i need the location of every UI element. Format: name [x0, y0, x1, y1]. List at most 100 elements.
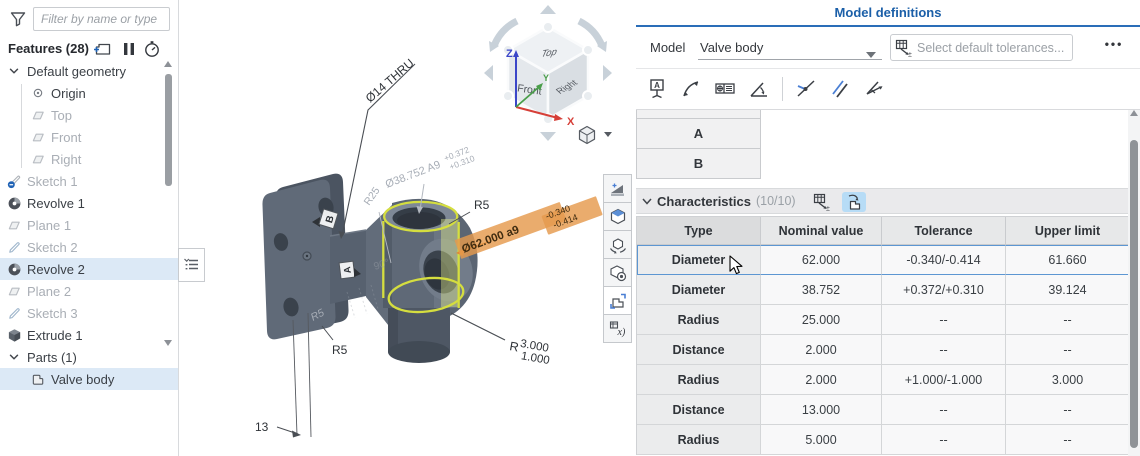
tree-group-default-geometry[interactable]: Default geometry	[0, 60, 178, 82]
dimension-radius-limits[interactable]: R 3.000 1.000	[451, 313, 553, 367]
tree-label: Top	[51, 108, 72, 123]
suppress-pause-icon[interactable]	[119, 40, 139, 58]
cell-tolerance-row4[interactable]: --	[882, 335, 1006, 365]
angle-dimension-button[interactable]	[746, 76, 772, 102]
feature-control-frame-button[interactable]	[712, 76, 738, 102]
apply-tolerances-button[interactable]: ±	[810, 192, 834, 212]
new-folder-icon[interactable]	[92, 40, 112, 58]
cell-type-row5[interactable]: Radius	[637, 365, 761, 395]
filter-icon[interactable]	[8, 9, 28, 29]
cell-tolerance-row1[interactable]: -0.340/-0.414	[882, 245, 1006, 275]
list-icon	[183, 257, 201, 273]
tree-item-sketch-1[interactable]: Sketch 1	[0, 170, 178, 192]
snapshot-button[interactable]	[603, 258, 632, 287]
tree-item-plane-1[interactable]: Plane 1	[0, 214, 178, 236]
select-default-tolerances-button[interactable]: ± Select default tolerances...	[890, 34, 1073, 61]
cell-tolerance-row5[interactable]: +1.000/-1.000	[882, 365, 1006, 395]
scroll-up-icon[interactable]	[164, 61, 172, 67]
scroll-up-icon[interactable]	[1130, 110, 1138, 116]
scroll-down-icon[interactable]	[164, 340, 172, 346]
characteristics-section-header[interactable]: Characteristics (10/10) ±	[636, 188, 1128, 214]
tree-label: Sketch 1	[27, 174, 78, 189]
tree-item-valve-body[interactable]: Valve body	[0, 368, 178, 390]
cell-nominal-row7[interactable]: 5.000	[761, 425, 882, 455]
datum-tool-button[interactable]: A	[644, 76, 670, 102]
parallel-constraint-button[interactable]	[827, 76, 853, 102]
dimension-radius-5-mid[interactable]: R5	[322, 326, 348, 357]
leader-tool-button[interactable]	[678, 76, 704, 102]
scrollbar-thumb[interactable]	[165, 74, 172, 186]
regeneration-time-icon[interactable]	[142, 40, 162, 58]
datum-row-a[interactable]: A	[636, 118, 761, 149]
cell-upper-row1[interactable]: 61.660	[1006, 245, 1128, 275]
panel-title[interactable]: Model definitions	[835, 5, 942, 20]
cell-tolerance-row7[interactable]: --	[882, 425, 1006, 455]
tree-item-extrude-1[interactable]: Extrude 1	[0, 324, 178, 346]
tree-item-sketch-2[interactable]: Sketch 2	[0, 236, 178, 258]
cell-tolerance-row2[interactable]: +0.372/+0.310	[882, 275, 1006, 305]
cell-type-row6[interactable]: Distance	[637, 395, 761, 425]
cell-upper-row5[interactable]: 3.000	[1006, 365, 1128, 395]
tree-item-revolve-2[interactable]: Revolve 2	[0, 258, 178, 280]
rotate-view-button[interactable]	[603, 230, 632, 259]
cell-upper-row4[interactable]: --	[1006, 335, 1128, 365]
cell-type-row3[interactable]: Radius	[637, 305, 761, 335]
cell-upper-row2[interactable]: 39.124	[1006, 275, 1128, 305]
tree-item-right[interactable]: Right	[0, 148, 178, 170]
viewport-canvas[interactable]: Top Front Right Z X Y	[179, 0, 636, 456]
cell-type-row7[interactable]: Radius	[637, 425, 761, 455]
cell-nominal-row5[interactable]: 2.000	[761, 365, 882, 395]
cell-nominal-row6[interactable]: 13.000	[761, 395, 882, 425]
tree-item-front[interactable]: Front	[0, 126, 178, 148]
scrollbar-thumb[interactable]	[1130, 140, 1138, 448]
column-header-nominal-value[interactable]: Nominal value	[761, 217, 882, 245]
sync-model-button[interactable]	[603, 286, 632, 315]
datum-row-b[interactable]: B	[636, 148, 761, 179]
chevron-icon[interactable]	[6, 349, 22, 365]
tree-item-top[interactable]: Top	[0, 104, 178, 126]
cell-nominal-row2[interactable]: 38.752	[761, 275, 882, 305]
feature-list-toggle[interactable]	[178, 248, 205, 282]
cell-nominal-row4[interactable]: 2.000	[761, 335, 882, 365]
isometric-view-button[interactable]	[603, 202, 632, 231]
tree-label: Sketch 2	[27, 240, 78, 255]
column-header-upper-limit[interactable]: Upper limit	[1006, 217, 1128, 245]
filter-input[interactable]	[33, 7, 170, 31]
chevron-down-icon[interactable]	[642, 198, 652, 205]
view-options-menu[interactable]	[580, 127, 613, 144]
axis-z-label: Z	[506, 48, 513, 60]
tree-scrollbar[interactable]	[163, 61, 174, 346]
panel-scrollbar[interactable]	[1128, 110, 1140, 456]
tree-item-plane-2[interactable]: Plane 2	[0, 280, 178, 302]
cell-type-row2[interactable]: Diameter	[637, 275, 761, 305]
tree-label: Plane 1	[27, 218, 71, 233]
tree-item-origin[interactable]: Origin	[0, 82, 178, 104]
annotations-toggle-button[interactable]: x)	[603, 314, 632, 343]
column-header-tolerance[interactable]: Tolerance	[882, 217, 1006, 245]
overflow-menu-button[interactable]: •••	[1094, 37, 1134, 51]
features-header: Features (28)	[0, 38, 178, 60]
point-on-line-button[interactable]	[793, 76, 819, 102]
model-dropdown[interactable]: Valve body	[700, 40, 860, 55]
chevron-icon[interactable]	[6, 63, 22, 79]
appearance-button[interactable]	[603, 174, 632, 203]
cell-tolerance-row3[interactable]: --	[882, 305, 1006, 335]
viewport-3d[interactable]: Top Front Right Z X Y	[179, 0, 636, 456]
cell-upper-row3[interactable]: --	[1006, 305, 1128, 335]
cell-upper-row6[interactable]: --	[1006, 395, 1128, 425]
dropdown-caret-icon[interactable]	[866, 45, 876, 63]
export-to-part-button[interactable]	[842, 192, 866, 212]
cell-upper-row7[interactable]: --	[1006, 425, 1128, 455]
cell-tolerance-row6[interactable]: --	[882, 395, 1006, 425]
plane-icon	[6, 217, 22, 233]
cell-nominal-row3[interactable]: 25.000	[761, 305, 882, 335]
tree-item-sketch-3[interactable]: Sketch 3	[0, 302, 178, 324]
tree-group-parts-1[interactable]: Parts (1)	[0, 346, 178, 368]
column-header-type[interactable]: Type	[637, 217, 761, 245]
plane-icon	[30, 151, 46, 167]
angularity-button[interactable]	[861, 76, 887, 102]
cell-nominal-row1[interactable]: 62.000	[761, 245, 882, 275]
cell-type-row4[interactable]: Distance	[637, 335, 761, 365]
tree-item-revolve-1[interactable]: Revolve 1	[0, 192, 178, 214]
cell-type-row1[interactable]: Diameter	[637, 245, 761, 275]
